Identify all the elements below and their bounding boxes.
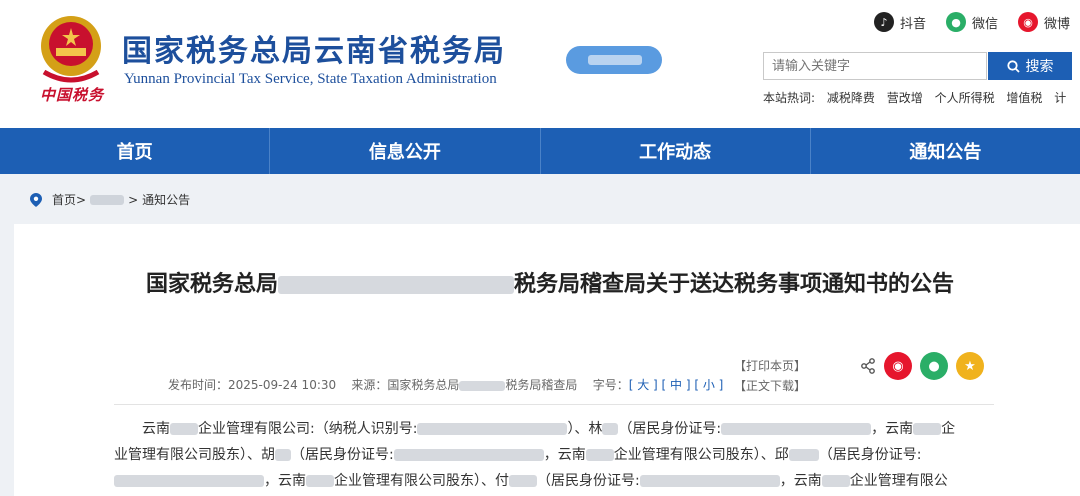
share-wechat-icon[interactable]: ● — [920, 352, 948, 380]
hot-keyword[interactable]: 增值税 — [1006, 91, 1042, 105]
body-line: ，云南 企业管理有限公司股东）、付 （居民身份证号: ，云南 企业管理有限公 — [114, 468, 984, 494]
site-title[interactable]: 国家税务总局云南省税务局 — [122, 26, 506, 70]
redacted-text — [509, 475, 537, 487]
font-size-controls[interactable]: [ 大 ] [ 中 ] [ 小 ] — [629, 378, 724, 392]
redacted-text — [170, 423, 198, 435]
tiktok-icon: ♪ — [874, 12, 894, 32]
region-switch-blurred-label — [588, 55, 642, 65]
nav-item-info-disclosure[interactable]: 信息公开 — [270, 128, 541, 174]
site-header: 中国税务 国家税务总局云南省税务局 Yunnan Provincial Tax … — [0, 0, 1080, 128]
tiktok-label: 抖音 — [900, 16, 927, 32]
redacted-text — [114, 475, 264, 487]
tiktok-link[interactable]: ♪ 抖音 — [874, 12, 926, 32]
hot-keyword[interactable]: 计 — [1054, 91, 1066, 105]
body-line: 业管理有限公司股东）、胡 （居民身份证号: ，云南 企业管理有限公司股东）、邱 （居民身… — [114, 447, 922, 463]
breadcrumb-blurred-region[interactable] — [90, 194, 125, 205]
article-title-start: 国家税务总局 — [145, 272, 278, 297]
search-input[interactable] — [763, 52, 987, 80]
wechat-link[interactable]: ● 微信 — [946, 12, 998, 32]
redacted-text — [393, 449, 544, 461]
search-button[interactable]: 搜索 — [988, 52, 1072, 80]
article-source: 来源：国家税务总局 — [351, 378, 460, 392]
body-line: 云南 企业管理有限公司:（纳税人识别号: ）、林 （居民身份证号: ，云南企 — [142, 421, 956, 437]
article-title-blurred — [278, 276, 514, 294]
breadcrumb: 首页> > 通知公告 — [30, 191, 190, 208]
weibo-icon: ◉ — [1018, 12, 1038, 32]
redacted-text — [639, 475, 780, 487]
hot-keyword[interactable]: 营改增 — [887, 91, 923, 105]
hot-keywords-label: 本站热词: — [763, 91, 816, 105]
article-source-end: 税务局稽查局 — [505, 378, 578, 392]
china-tax-brand-text: 中国税务 — [40, 86, 105, 104]
weibo-label: 微博 — [1044, 16, 1071, 32]
source-blurred — [459, 380, 506, 391]
redacted-text — [721, 423, 872, 435]
redacted-text — [417, 423, 568, 435]
download-link[interactable]: 【正文下载】 — [734, 376, 806, 396]
redacted-text — [788, 449, 819, 461]
nav-item-home[interactable]: 首页 — [0, 128, 271, 174]
breadcrumb-separator: > — [128, 192, 139, 207]
weibo-link[interactable]: ◉ 微博 — [1018, 12, 1070, 32]
site-title-english: Yunnan Provincial Tax Service, State Tax… — [124, 71, 497, 87]
wechat-label: 微信 — [972, 16, 999, 32]
redacted-text — [275, 449, 291, 461]
article-title-end: 税务局稽查局关于送达税务事项通知书的公告 — [514, 272, 955, 297]
divider — [114, 404, 994, 405]
nav-item-work-news[interactable]: 工作动态 — [541, 128, 811, 174]
share-weibo-icon[interactable]: ◉ — [884, 352, 912, 380]
article-panel: 国家税务总局 税务局稽查局关于送达税务事项通知书的公告 【打印本页】 【正文下载】… — [14, 224, 1080, 496]
favorite-star-icon[interactable]: ★ — [956, 352, 984, 380]
search-button-label: 搜索 — [1025, 58, 1054, 74]
font-size-label: 字号： — [592, 378, 629, 392]
main-nav: 首页 信息公开 工作动态 通知公告 — [0, 128, 1080, 174]
print-page-link[interactable]: 【打印本页】 — [734, 356, 806, 376]
redacted-text — [585, 449, 614, 461]
redacted-text — [306, 475, 334, 487]
article-title: 国家税务总局 税务局稽查局关于送达税务事项通知书的公告 — [110, 262, 990, 308]
wechat-icon: ● — [946, 12, 966, 32]
hot-keywords: 本站热词: 减税降费 营改增 个人所得税 增值税 计 — [763, 89, 1074, 106]
print-links: 【打印本页】 【正文下载】 — [734, 356, 806, 396]
share-bar: ◉ ● ★ — [860, 352, 984, 380]
share-icon[interactable] — [860, 358, 876, 374]
location-pin-icon — [30, 192, 42, 207]
redacted-text — [821, 475, 850, 487]
redacted-text — [602, 423, 619, 435]
publish-time: 发布时间：2025-09-24 10:30 — [168, 378, 337, 392]
national-emblem-logo — [41, 16, 101, 83]
article-body: 云南 企业管理有限公司:（纳税人识别号: ）、林 （居民身份证号: ，云南企 业管理有限… — [114, 416, 984, 494]
breadcrumb-current[interactable]: 通知公告 — [142, 191, 190, 208]
hot-keyword[interactable]: 减税降费 — [827, 91, 875, 105]
hot-keyword[interactable]: 个人所得税 — [935, 91, 995, 105]
article-meta: 发布时间：2025-09-24 10:30 来源：国家税务总局 税务局稽查局 字号… — [168, 376, 723, 393]
search-icon — [1006, 59, 1020, 73]
breadcrumb-home[interactable]: 首页> — [52, 191, 86, 208]
nav-item-notices[interactable]: 通知公告 — [811, 128, 1080, 174]
redacted-text — [913, 423, 942, 435]
